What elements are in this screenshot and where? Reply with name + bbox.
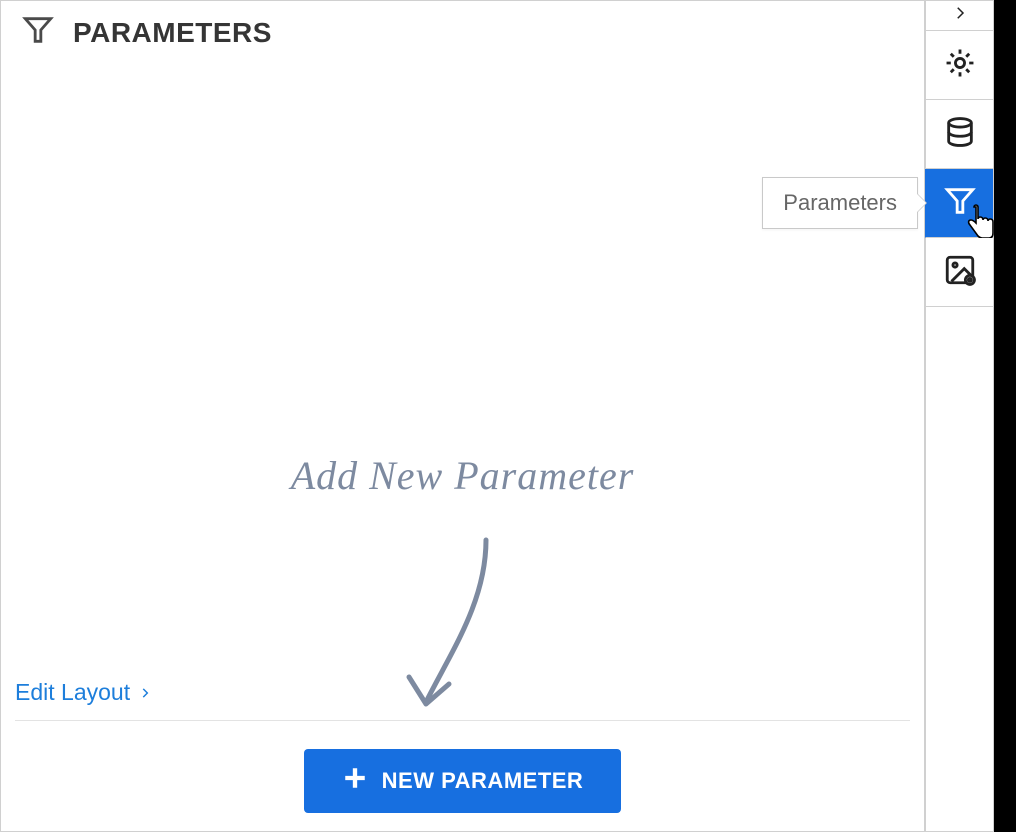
new-parameter-label: NEW PARAMETER xyxy=(382,768,584,794)
sidebar-item-parameters[interactable]: Parameters xyxy=(925,169,993,238)
right-edge xyxy=(994,0,1016,832)
funnel-icon xyxy=(943,184,977,223)
image-settings-icon xyxy=(943,253,977,292)
parameters-panel: PARAMETERS Add New Parameter Edit Layout xyxy=(0,0,925,832)
database-icon xyxy=(943,115,977,154)
funnel-icon xyxy=(21,13,55,52)
sidebar-item-image-settings[interactable] xyxy=(925,238,993,307)
sidebar-tooltip: Parameters xyxy=(762,177,918,229)
hint-text: Add New Parameter xyxy=(1,452,924,499)
panel-header: PARAMETERS xyxy=(1,1,924,62)
gear-icon xyxy=(943,46,977,85)
plus-icon xyxy=(342,765,368,797)
edit-layout-label: Edit Layout xyxy=(15,679,130,706)
app-window: PARAMETERS Add New Parameter Edit Layout xyxy=(0,0,1016,832)
sidebar-item-data[interactable] xyxy=(925,100,993,169)
hint-arrow-icon xyxy=(391,532,511,722)
chevron-right-icon xyxy=(138,679,152,706)
sidebar-item-settings[interactable] xyxy=(925,31,993,100)
chevron-right-icon xyxy=(951,4,969,27)
panel-title: PARAMETERS xyxy=(73,17,272,49)
sidebar-filler xyxy=(925,307,993,832)
right-sidebar: Parameters xyxy=(925,0,994,832)
sidebar-tooltip-label: Parameters xyxy=(783,190,897,215)
new-parameter-button[interactable]: NEW PARAMETER xyxy=(304,749,622,813)
sidebar-item-expand[interactable] xyxy=(925,1,993,31)
edit-layout-link[interactable]: Edit Layout xyxy=(15,679,152,720)
panel-body: Add New Parameter xyxy=(1,62,924,667)
